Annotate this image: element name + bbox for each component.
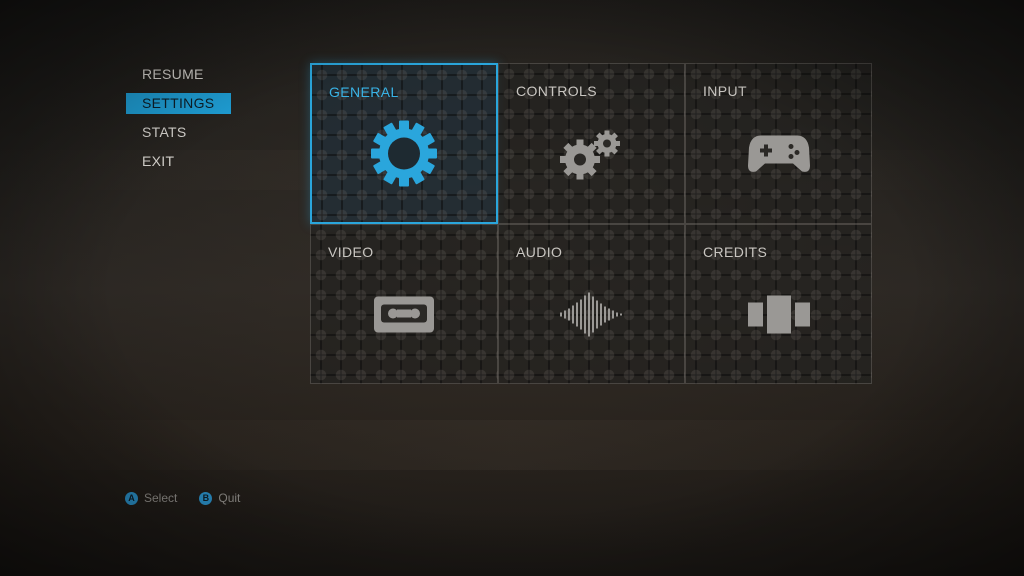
gears-icon (556, 126, 628, 187)
tile-input[interactable]: INPUT (685, 63, 872, 224)
tile-label: GENERAL (329, 84, 399, 100)
gear-icon (369, 119, 439, 194)
quit-label: Quit (218, 491, 241, 505)
tile-controls[interactable]: CONTROLS (498, 63, 685, 224)
select-hint: A Select (125, 491, 177, 505)
menu-item-resume[interactable]: RESUME (126, 64, 236, 85)
tile-label: CREDITS (703, 244, 768, 260)
tile-audio[interactable]: AUDIO (498, 224, 685, 384)
tile-video[interactable]: VIDEO (310, 224, 498, 384)
background-streak (0, 420, 1024, 470)
waveform-icon (559, 290, 625, 343)
tile-label: INPUT (703, 83, 747, 99)
select-label: Select (144, 491, 178, 505)
tile-label: VIDEO (328, 244, 374, 260)
menu-item-stats[interactable]: STATS (126, 122, 236, 143)
menu-item-settings[interactable]: SETTINGS (126, 93, 231, 114)
tile-label: AUDIO (516, 244, 563, 260)
cassette-icon (373, 295, 435, 338)
tile-credits[interactable]: CREDITS (685, 224, 872, 384)
button-hints: A Select B Quit (125, 491, 240, 505)
b-button-icon: B (199, 491, 213, 505)
tile-general[interactable]: GENERAL (310, 63, 498, 224)
panels-icon (747, 294, 811, 339)
menu-item-exit[interactable]: EXIT (126, 151, 236, 172)
settings-grid: GENERAL CONTROLS INPUT VIDEO AUDIO CREDI… (310, 63, 872, 384)
pause-menu: RESUME SETTINGS STATS EXIT (126, 64, 236, 180)
tile-label: CONTROLS (516, 83, 597, 99)
gamepad-icon (747, 132, 811, 181)
a-button-icon: A (125, 491, 138, 505)
quit-hint: B Quit (199, 491, 240, 505)
